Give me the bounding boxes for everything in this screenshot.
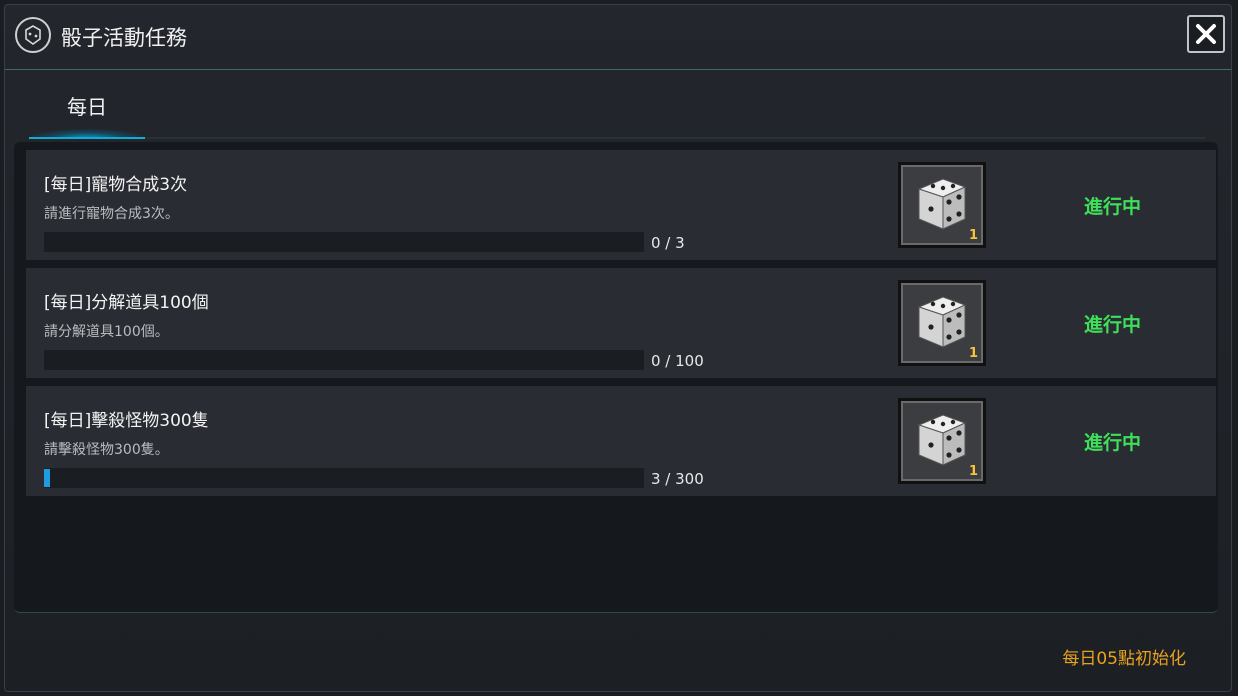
reward-slot[interactable]: 1: [898, 398, 986, 484]
progress-bar: [44, 468, 644, 488]
close-x-icon: [1196, 24, 1216, 44]
title-bar: 骰子活動任務: [5, 5, 1231, 70]
tab-underline: [29, 137, 1205, 139]
task-title: [每日]分解道具100個: [44, 293, 209, 313]
task-description: 請分解道具100個。: [44, 324, 169, 340]
progress-text: 3 / 300: [651, 470, 704, 488]
task-row: [每日]寵物合成3次 請進行寵物合成3次。 0 / 3 1 進行中: [26, 150, 1216, 260]
tab-daily[interactable]: 每日: [29, 85, 145, 139]
close-button[interactable]: [1187, 15, 1225, 53]
reward-count: 1: [968, 464, 978, 479]
dice-icon: 1: [901, 283, 983, 363]
tab-daily-label: 每日: [67, 95, 107, 119]
reward-count: 1: [968, 346, 978, 361]
task-description: 請進行寵物合成3次。: [44, 206, 179, 222]
reward-slot[interactable]: 1: [898, 280, 986, 366]
task-title: [每日]寵物合成3次: [44, 175, 188, 195]
status-label: 進行中: [1084, 314, 1142, 336]
window-title: 骰子活動任務: [61, 26, 187, 50]
dice-icon: 1: [901, 165, 983, 245]
task-row: [每日]擊殺怪物300隻 請擊殺怪物300隻。 3 / 300 1 進行中: [26, 386, 1216, 496]
progress-fill: [44, 469, 50, 487]
reward-slot[interactable]: 1: [898, 162, 986, 248]
progress-bar: [44, 350, 644, 370]
progress-text: 0 / 3: [651, 234, 685, 252]
status-label: 進行中: [1084, 432, 1142, 454]
task-description: 請擊殺怪物300隻。: [44, 442, 169, 458]
status-label: 進行中: [1084, 196, 1142, 218]
task-title: [每日]擊殺怪物300隻: [44, 411, 209, 431]
progress-bar: [44, 232, 644, 252]
task-row: [每日]分解道具100個 請分解道具100個。 0 / 100 1 進行中: [26, 268, 1216, 378]
reward-count: 1: [968, 228, 978, 243]
daily-reset-note: 每日05點初始化: [1062, 649, 1186, 669]
progress-text: 0 / 100: [651, 352, 704, 370]
dice-icon: 1: [901, 401, 983, 481]
dice-emblem-icon: [15, 17, 51, 53]
